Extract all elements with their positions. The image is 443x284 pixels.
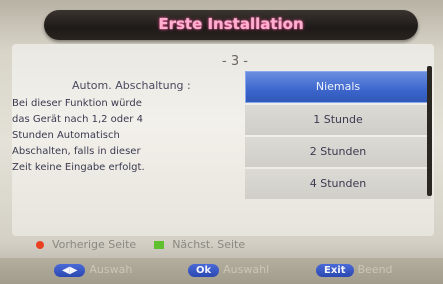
ok-hint[interactable]: Ok Auswahl [188, 263, 269, 277]
option-2-stunden[interactable]: 2 Stunden [245, 137, 431, 167]
bottom-button-bar: ◀▶ Auswah Ok Auswahl Exit Beend [0, 258, 443, 284]
next-page-label: Nächst. Seite [172, 238, 246, 251]
red-button-icon [36, 241, 44, 249]
exit-hint-label: Beend [357, 263, 393, 276]
prev-page-label: Vorherige Seite [52, 238, 137, 251]
page-indicator: - 3 - [222, 54, 248, 69]
option-list: Niemals 1 Stunde 2 Stunden 4 Stunden [245, 71, 431, 201]
left-right-arrows-icon: ◀▶ [54, 264, 86, 277]
ok-button-icon: Ok [188, 264, 220, 277]
help-line: Stunden Automatisch [12, 130, 120, 141]
help-line: Zeit keine Eingabe erfolgt. [12, 162, 145, 173]
option-niemals[interactable]: Niemals [245, 71, 431, 103]
option-4-stunden[interactable]: 4 Stunden [245, 169, 431, 199]
exit-hint[interactable]: Exit Beend [316, 263, 393, 277]
scrollbar[interactable] [427, 66, 432, 196]
menu-panel: - 3 - Autom. Abschaltung : Bei dieser Fu… [12, 44, 434, 236]
menu-title: Erste Installation [158, 15, 304, 33]
select-hint-label: Auswah [89, 263, 133, 276]
select-hint[interactable]: ◀▶ Auswah [54, 263, 132, 277]
exit-button-icon: Exit [316, 264, 354, 277]
option-1-stunde[interactable]: 1 Stunde [245, 105, 431, 135]
help-line: Bei dieser Funktion würde [12, 98, 142, 109]
setting-label: Autom. Abschaltung : [72, 79, 191, 92]
help-line: Abschalten, falls in dieser [12, 146, 141, 157]
page-nav-legend: Vorherige Seite Nächst. Seite [36, 238, 245, 251]
title-bar: Erste Installation [44, 10, 418, 40]
green-button-icon [154, 241, 165, 249]
tv-menu-screen: Erste Installation - 3 - Autom. Abschalt… [0, 0, 443, 284]
help-text: Bei dieser Funktion würde das Gerät nach… [12, 96, 230, 176]
ok-hint-label: Auswahl [223, 263, 270, 276]
help-line: das Gerät nach 1,2 oder 4 [12, 114, 143, 125]
